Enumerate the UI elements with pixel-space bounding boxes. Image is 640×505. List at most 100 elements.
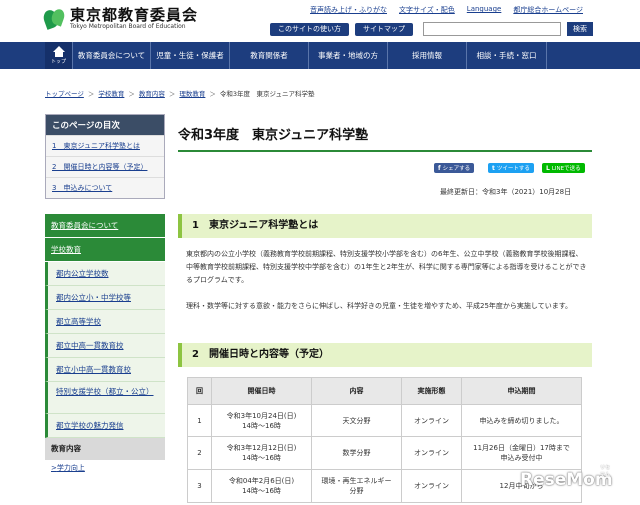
language-link[interactable]: Language [467, 5, 502, 15]
breadcrumb: トップページ＞ 学校教育＞ 教育内容＞ 理数教育＞ 令和3年度 東京ジュニア科学… [45, 88, 315, 98]
sidebar-item-label: 学力向上 [56, 464, 85, 472]
sidebar-item-integrated[interactable]: 都立小中高一貫教育校 [45, 358, 165, 382]
cell-date: 令和3年12月12日(日) 14時～16時 [211, 436, 312, 470]
nav-about-board[interactable]: 教育委員会について [73, 42, 151, 69]
cell-mode: オンライン [401, 436, 462, 470]
cell-content: 天文分野 [311, 404, 402, 437]
date-text: 令和04年2月6日(日) [228, 477, 295, 485]
col-header: 申込期間 [461, 377, 582, 405]
share-label: シェアする [442, 166, 471, 172]
speech-furigana-link[interactable]: 音声読み上げ・ふりがな [310, 5, 387, 15]
nav-recruitment[interactable]: 採用情報 [388, 42, 467, 69]
col-header: 回 [187, 377, 212, 405]
watermark-text: ReseMom [520, 470, 613, 490]
cell-period: 11月26日（金曜日）17時まで 申込み受付中 [461, 436, 582, 470]
breadcrumb-science-math[interactable]: 理数教育 [179, 88, 205, 98]
nav-students-parents[interactable]: 児童・生徒・保護者 [151, 42, 230, 69]
sidebar-item-attractions[interactable]: 都立学校の魅力発信 [45, 414, 165, 438]
sidebar-item-school-count[interactable]: 都内公立学校数 [45, 262, 165, 286]
how-to-use-button[interactable]: このサイトの使い方 [270, 22, 349, 36]
cell-date: 令和3年10月24日(日) 14時～16時 [211, 404, 312, 437]
sidebar-item-secondary[interactable]: 都立中高一貫教育校 [45, 334, 165, 358]
sidebar-item-about-board[interactable]: 教育委員会について [45, 214, 165, 238]
col-header: 内容 [311, 377, 402, 405]
breadcrumb-top[interactable]: トップページ [45, 88, 84, 98]
cell-period: 申込みを締め切りました。 [461, 404, 582, 437]
nav-consultation[interactable]: 相談・手続・窓口 [467, 42, 547, 69]
tocho-home-link[interactable]: 都庁総合ホームページ [513, 5, 583, 15]
cell-mode: オンライン [401, 469, 462, 503]
cell-no: 2 [187, 436, 212, 470]
sidebar-item-school-education[interactable]: 学校教育 [45, 238, 165, 262]
cell-content: 環境・再生エネルギー 分野 [311, 469, 402, 503]
date-text: 令和3年12月12日(日) [226, 444, 297, 452]
twitter-share-button[interactable]: t ツイートする [488, 163, 534, 173]
toc-item-application[interactable]: 3 申込みについて [46, 177, 164, 198]
section-about-paragraph: 東京都内の公立小学校（義務教育学校前期課程、特別支援学校小学部を含む）の6年生、… [186, 250, 587, 284]
sidebar-item-special-support[interactable]: 特別支援学校（都立・公立） [45, 382, 165, 414]
col-header: 実施形態 [401, 377, 462, 405]
cell-content: 数学分野 [311, 436, 402, 470]
resemom-watermark: ReseMom リセマム [520, 465, 613, 490]
logo-title: 東京都教育委員会 [70, 6, 199, 24]
utility-bar: このサイトの使い方 サイトマップ 検索 [270, 22, 593, 36]
period-text: 11月26日（金曜日）17時まで [473, 444, 570, 452]
col-header: 開催日時 [211, 377, 312, 405]
content-text: 分野 [349, 487, 364, 495]
nav-educators[interactable]: 教育関係者 [230, 42, 309, 69]
breadcrumb-sep: ＞ [209, 90, 216, 98]
toc-item-schedule[interactable]: 2 開催日時と内容等（予定） [46, 156, 164, 177]
search-input[interactable] [423, 22, 561, 36]
breadcrumb-sep: ＞ [128, 90, 135, 98]
search-button[interactable]: 検索 [567, 22, 593, 36]
watermark-subtext: リセマム [600, 465, 611, 478]
cell-no: 3 [187, 469, 212, 503]
content-text: 環境・再生エネルギー [321, 477, 392, 485]
section-about-paragraph: 理科・数学等に対する意欲・能力をさらに伸ばし、科学好きの児童・生徒を増やすため、… [186, 302, 572, 310]
line-icon: L [546, 164, 550, 172]
facebook-icon: f [438, 164, 441, 172]
sidebar-section-education-content[interactable]: 教育内容 [45, 438, 165, 460]
sitemap-button[interactable]: サイトマップ [355, 22, 413, 36]
site-header: 東京都教育委員会 Tokyo Metropolitan Board of Edu… [0, 0, 640, 42]
cell-date: 令和04年2月6日(日) 14時～16時 [211, 469, 312, 503]
period-status: 申込み受付中 [500, 454, 543, 462]
sidebar-item-high-school[interactable]: 都立高等学校 [45, 310, 165, 334]
section-heading-about: 1 東京ジュニア科学塾とは [178, 214, 592, 238]
site-logo[interactable]: 東京都教育委員会 Tokyo Metropolitan Board of Edu… [41, 6, 199, 31]
text-size-color-link[interactable]: 文字サイズ・配色 [399, 5, 455, 15]
breadcrumb-sep: ＞ [168, 90, 176, 98]
nav-home-label: トップ [50, 59, 66, 65]
toc-item-about[interactable]: 1 東京ジュニア科学塾とは [46, 135, 164, 156]
line-share-button[interactable]: L LINEで送る [542, 163, 585, 173]
twitter-icon: t [492, 164, 495, 172]
breadcrumb-school-education[interactable]: 学校教育 [98, 88, 124, 98]
sidebar-item-elem-junior[interactable]: 都内公立小・中学校等 [45, 286, 165, 310]
utility-links: 音声読み上げ・ふりがな 文字サイズ・配色 Language 都庁総合ホームページ [310, 5, 583, 15]
global-nav: トップ 教育委員会について 児童・生徒・保護者 教育関係者 事業者・地域の方 採… [0, 42, 640, 69]
time-text: 14時～16時 [242, 421, 281, 430]
table-row: 1 令和3年10月24日(日) 14時～16時 天文分野 オンライン 申込みを締め… [187, 404, 582, 437]
page-title: 令和3年度 東京ジュニア科学塾 [178, 128, 369, 143]
facebook-share-button[interactable]: f シェアする [434, 163, 475, 173]
date-text: 令和3年10月24日(日) [226, 411, 297, 420]
title-divider [178, 150, 592, 152]
nav-business-community[interactable]: 事業者・地域の方 [309, 42, 388, 69]
breadcrumb-education-content[interactable]: 教育内容 [139, 88, 165, 98]
table-row: 2 令和3年12月12日(日) 14時～16時 数学分野 オンライン 11月26日… [187, 436, 582, 470]
cell-mode: オンライン [401, 404, 462, 437]
breadcrumb-current: 令和3年度 東京ジュニア科学塾 [219, 90, 315, 98]
sidebar-item-academic-improvement[interactable]: >学力向上 [45, 460, 165, 476]
share-label: ツイートする [496, 166, 530, 172]
cell-no: 1 [187, 404, 212, 437]
last-updated: 最終更新日：令和3年（2021）10月28日 [440, 188, 572, 196]
side-nav: 教育委員会について 学校教育 都内公立学校数 都内公立小・中学校等 都立高等学校… [45, 214, 165, 476]
page-toc: このページの目次 1 東京ジュニア科学塾とは 2 開催日時と内容等（予定） 3 … [45, 114, 165, 199]
nav-home[interactable]: トップ [45, 42, 73, 69]
period-text: 申込みを締め切りました。 [479, 416, 564, 425]
section-heading-schedule: 2 開催日時と内容等（予定） [178, 343, 592, 367]
ginkgo-logo-icon [41, 7, 67, 31]
time-text: 14時～16時 [242, 487, 281, 495]
toc-heading: このページの目次 [46, 115, 164, 135]
logo-subtitle: Tokyo Metropolitan Board of Education [70, 23, 186, 30]
